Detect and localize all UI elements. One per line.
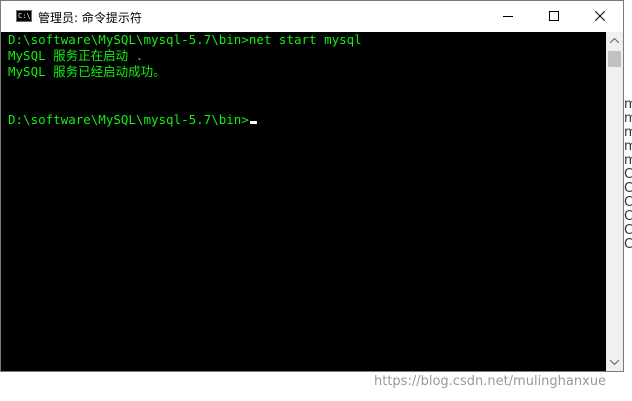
console-prompt-line[interactable]: D:\software\MySQL\mysql-5.7\bin> <box>8 112 257 128</box>
background-right-char: m <box>624 126 632 140</box>
minimize-icon <box>503 16 513 17</box>
window-title: 管理员: 命令提示符 <box>38 11 142 25</box>
background-right-char: C <box>624 224 632 238</box>
scrollbar-thumb[interactable] <box>608 51 621 67</box>
maximize-icon <box>549 11 559 21</box>
close-icon <box>595 11 605 21</box>
console-line: D:\software\MySQL\mysql-5.7\bin>net star… <box>8 32 362 47</box>
text-cursor <box>249 121 257 124</box>
watermark-text: https://blog.csdn.net/mulinghanxue <box>374 374 607 389</box>
command-prompt-icon[interactable]: C:\ <box>16 10 32 22</box>
chevron-up-icon <box>610 38 619 43</box>
background-right-text-column: m m m m m C C C C C C <box>624 98 632 252</box>
console-prompt: D:\software\MySQL\mysql-5.7\bin> <box>8 112 249 127</box>
console-line: MySQL 服务正在启动 . <box>8 48 144 63</box>
command-prompt-window: C:\ 管理员: 命令提示符 D:\software\MySQL\mysql-5… <box>0 0 624 372</box>
title-bar[interactable]: C:\ 管理员: 命令提示符 <box>1 1 623 32</box>
console-line: MySQL 服务已经启动成功。 <box>8 64 166 79</box>
background-right-char: C <box>624 196 632 210</box>
chevron-down-icon <box>610 360 619 365</box>
minimize-button[interactable] <box>485 1 531 32</box>
console-output[interactable]: D:\software\MySQL\mysql-5.7\bin>net star… <box>1 32 606 371</box>
background-right-char: C <box>624 168 632 182</box>
close-button[interactable] <box>577 1 623 32</box>
background-right-char: C <box>624 238 632 252</box>
background-right-char: m <box>624 98 632 112</box>
maximize-button[interactable] <box>531 1 577 32</box>
background-right-char: m <box>624 112 632 126</box>
background-right-char: C <box>624 182 632 196</box>
scroll-down-button[interactable] <box>606 354 623 371</box>
background-right-char: C <box>624 210 632 224</box>
background-right-char: m <box>624 140 632 154</box>
scroll-up-button[interactable] <box>606 32 623 49</box>
vertical-scrollbar[interactable] <box>606 32 623 371</box>
command-prompt-icon-label: C:\ <box>18 12 31 20</box>
background-right-char: m <box>624 154 632 168</box>
